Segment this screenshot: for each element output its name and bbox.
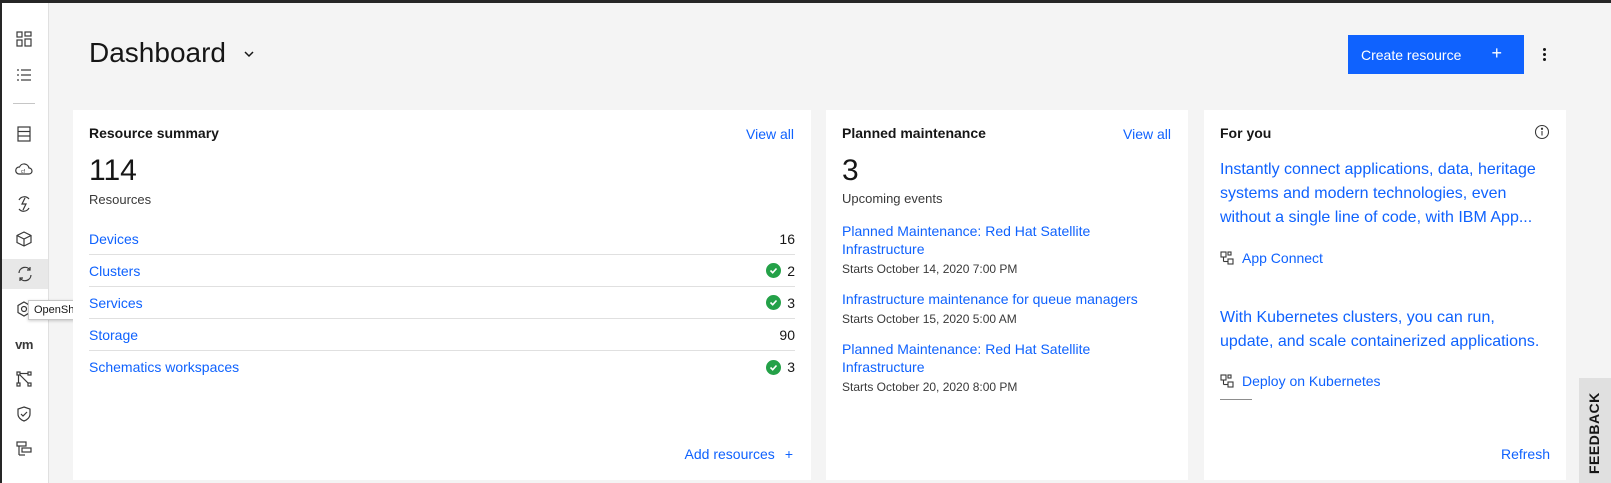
list-item: Storage 90 bbox=[89, 319, 795, 351]
maintenance-date: Starts October 14, 2020 7:00 PM bbox=[842, 262, 1018, 276]
functions-icon[interactable] bbox=[13, 193, 35, 215]
list-item: Planned Maintenance: Red Hat Satellite I… bbox=[842, 340, 1172, 394]
resource-link-services[interactable]: Services bbox=[89, 295, 143, 311]
launch-icon bbox=[1220, 251, 1234, 265]
maintenance-link[interactable]: Planned Maintenance: Red Hat Satellite I… bbox=[842, 222, 1172, 258]
promo-app-connect-text[interactable]: Instantly connect applications, data, he… bbox=[1220, 158, 1550, 230]
add-resources-link[interactable]: Add resources + bbox=[685, 446, 793, 462]
list-item: Services 3 bbox=[89, 287, 795, 319]
resource-value: 90 bbox=[779, 326, 795, 343]
resource-count-label: Resources bbox=[89, 192, 152, 207]
view-all-link[interactable]: View all bbox=[1123, 126, 1171, 142]
add-icon: + bbox=[1491, 43, 1502, 63]
create-resource-label: Create resource bbox=[1361, 46, 1462, 63]
feedback-button[interactable]: FEEDBACK bbox=[1579, 378, 1611, 483]
maintenance-date: Starts October 15, 2020 5:00 AM bbox=[842, 312, 1017, 326]
promo-kubernetes-text[interactable]: With Kubernetes clusters, you can run, u… bbox=[1220, 306, 1550, 354]
sidebar-divider bbox=[13, 103, 35, 104]
svg-text:cf: cf bbox=[21, 169, 26, 175]
resource-value: 16 bbox=[779, 230, 795, 247]
create-resource-button[interactable]: Create resource + bbox=[1348, 35, 1524, 74]
divider bbox=[1220, 399, 1252, 400]
for-you-card: For you Instantly connect applications, … bbox=[1204, 110, 1566, 480]
app-connect-label: App Connect bbox=[1242, 250, 1323, 266]
checkmark-icon bbox=[766, 359, 782, 375]
checkmark-icon bbox=[766, 295, 782, 310]
vmware-label: vm bbox=[15, 336, 33, 352]
app-connect-link[interactable]: App Connect bbox=[1220, 250, 1323, 266]
maintenance-date: Starts October 20, 2020 8:00 PM bbox=[842, 380, 1018, 394]
maintenance-list: Planned Maintenance: Red Hat Satellite I… bbox=[842, 222, 1172, 408]
card-title: Planned maintenance bbox=[842, 125, 986, 141]
resource-link-schematics[interactable]: Schematics workspaces bbox=[89, 359, 239, 375]
launch-icon bbox=[1220, 374, 1234, 388]
feedback-label: FEEDBACK bbox=[1586, 392, 1602, 474]
dashboard-icon[interactable] bbox=[13, 28, 35, 50]
event-count-label: Upcoming events bbox=[842, 191, 943, 206]
toolchain-icon[interactable] bbox=[13, 438, 35, 460]
cloud-foundry-icon[interactable]: cf bbox=[13, 158, 35, 180]
resource-count: 114 bbox=[89, 154, 137, 187]
card-title: For you bbox=[1220, 125, 1272, 141]
list-item: Schematics workspaces 3 bbox=[89, 351, 795, 383]
chevron-down-icon[interactable] bbox=[242, 47, 256, 61]
refresh-link[interactable]: Refresh bbox=[1501, 446, 1550, 462]
list-item: Clusters 2 bbox=[89, 255, 795, 287]
resource-summary-card: Resource summary View all 114 Resources … bbox=[73, 110, 811, 480]
list-item: Devices 16 bbox=[89, 223, 795, 255]
add-resources-label: Add resources bbox=[684, 446, 775, 462]
card-title: Resource summary bbox=[89, 125, 219, 141]
event-count: 3 bbox=[842, 154, 859, 187]
resource-link-devices[interactable]: Devices bbox=[89, 231, 139, 247]
list-item: Planned Maintenance: Red Hat Satellite I… bbox=[842, 222, 1172, 276]
sidebar-edge bbox=[0, 3, 2, 483]
list-icon[interactable] bbox=[13, 64, 35, 86]
cube-icon[interactable] bbox=[13, 228, 35, 250]
storage-icon[interactable] bbox=[13, 123, 35, 145]
resource-link-storage[interactable]: Storage bbox=[89, 327, 138, 343]
vmware-icon[interactable]: vm bbox=[13, 333, 35, 355]
security-icon[interactable] bbox=[13, 403, 35, 425]
list-item: Infrastructure maintenance for queue man… bbox=[842, 290, 1172, 326]
sidebar: cf vm OpenShift bbox=[0, 3, 89, 483]
checkmark-icon bbox=[766, 263, 782, 278]
resource-list: Devices 16 Clusters 2 Services 3 Storage… bbox=[89, 223, 795, 383]
network-icon[interactable] bbox=[13, 368, 35, 390]
resource-value: 3 bbox=[787, 359, 795, 375]
resource-value: 2 bbox=[787, 262, 795, 279]
overflow-menu-icon[interactable] bbox=[1536, 44, 1552, 64]
planned-maintenance-card: Planned maintenance View all 3 Upcoming … bbox=[826, 110, 1188, 480]
kubernetes-icon[interactable] bbox=[2, 259, 48, 289]
page-title: Dashboard bbox=[89, 37, 226, 68]
maintenance-link[interactable]: Planned Maintenance: Red Hat Satellite I… bbox=[842, 340, 1172, 376]
maintenance-link[interactable]: Infrastructure maintenance for queue man… bbox=[842, 290, 1172, 308]
view-all-link[interactable]: View all bbox=[746, 126, 794, 142]
deploy-kubernetes-link[interactable]: Deploy on Kubernetes bbox=[1220, 373, 1381, 389]
add-icon: + bbox=[784, 446, 793, 462]
resource-link-clusters[interactable]: Clusters bbox=[89, 263, 140, 279]
resource-value: 3 bbox=[787, 294, 795, 311]
information-icon[interactable] bbox=[1534, 124, 1550, 140]
deploy-kubernetes-label: Deploy on Kubernetes bbox=[1242, 373, 1381, 389]
top-bar bbox=[0, 0, 1611, 3]
